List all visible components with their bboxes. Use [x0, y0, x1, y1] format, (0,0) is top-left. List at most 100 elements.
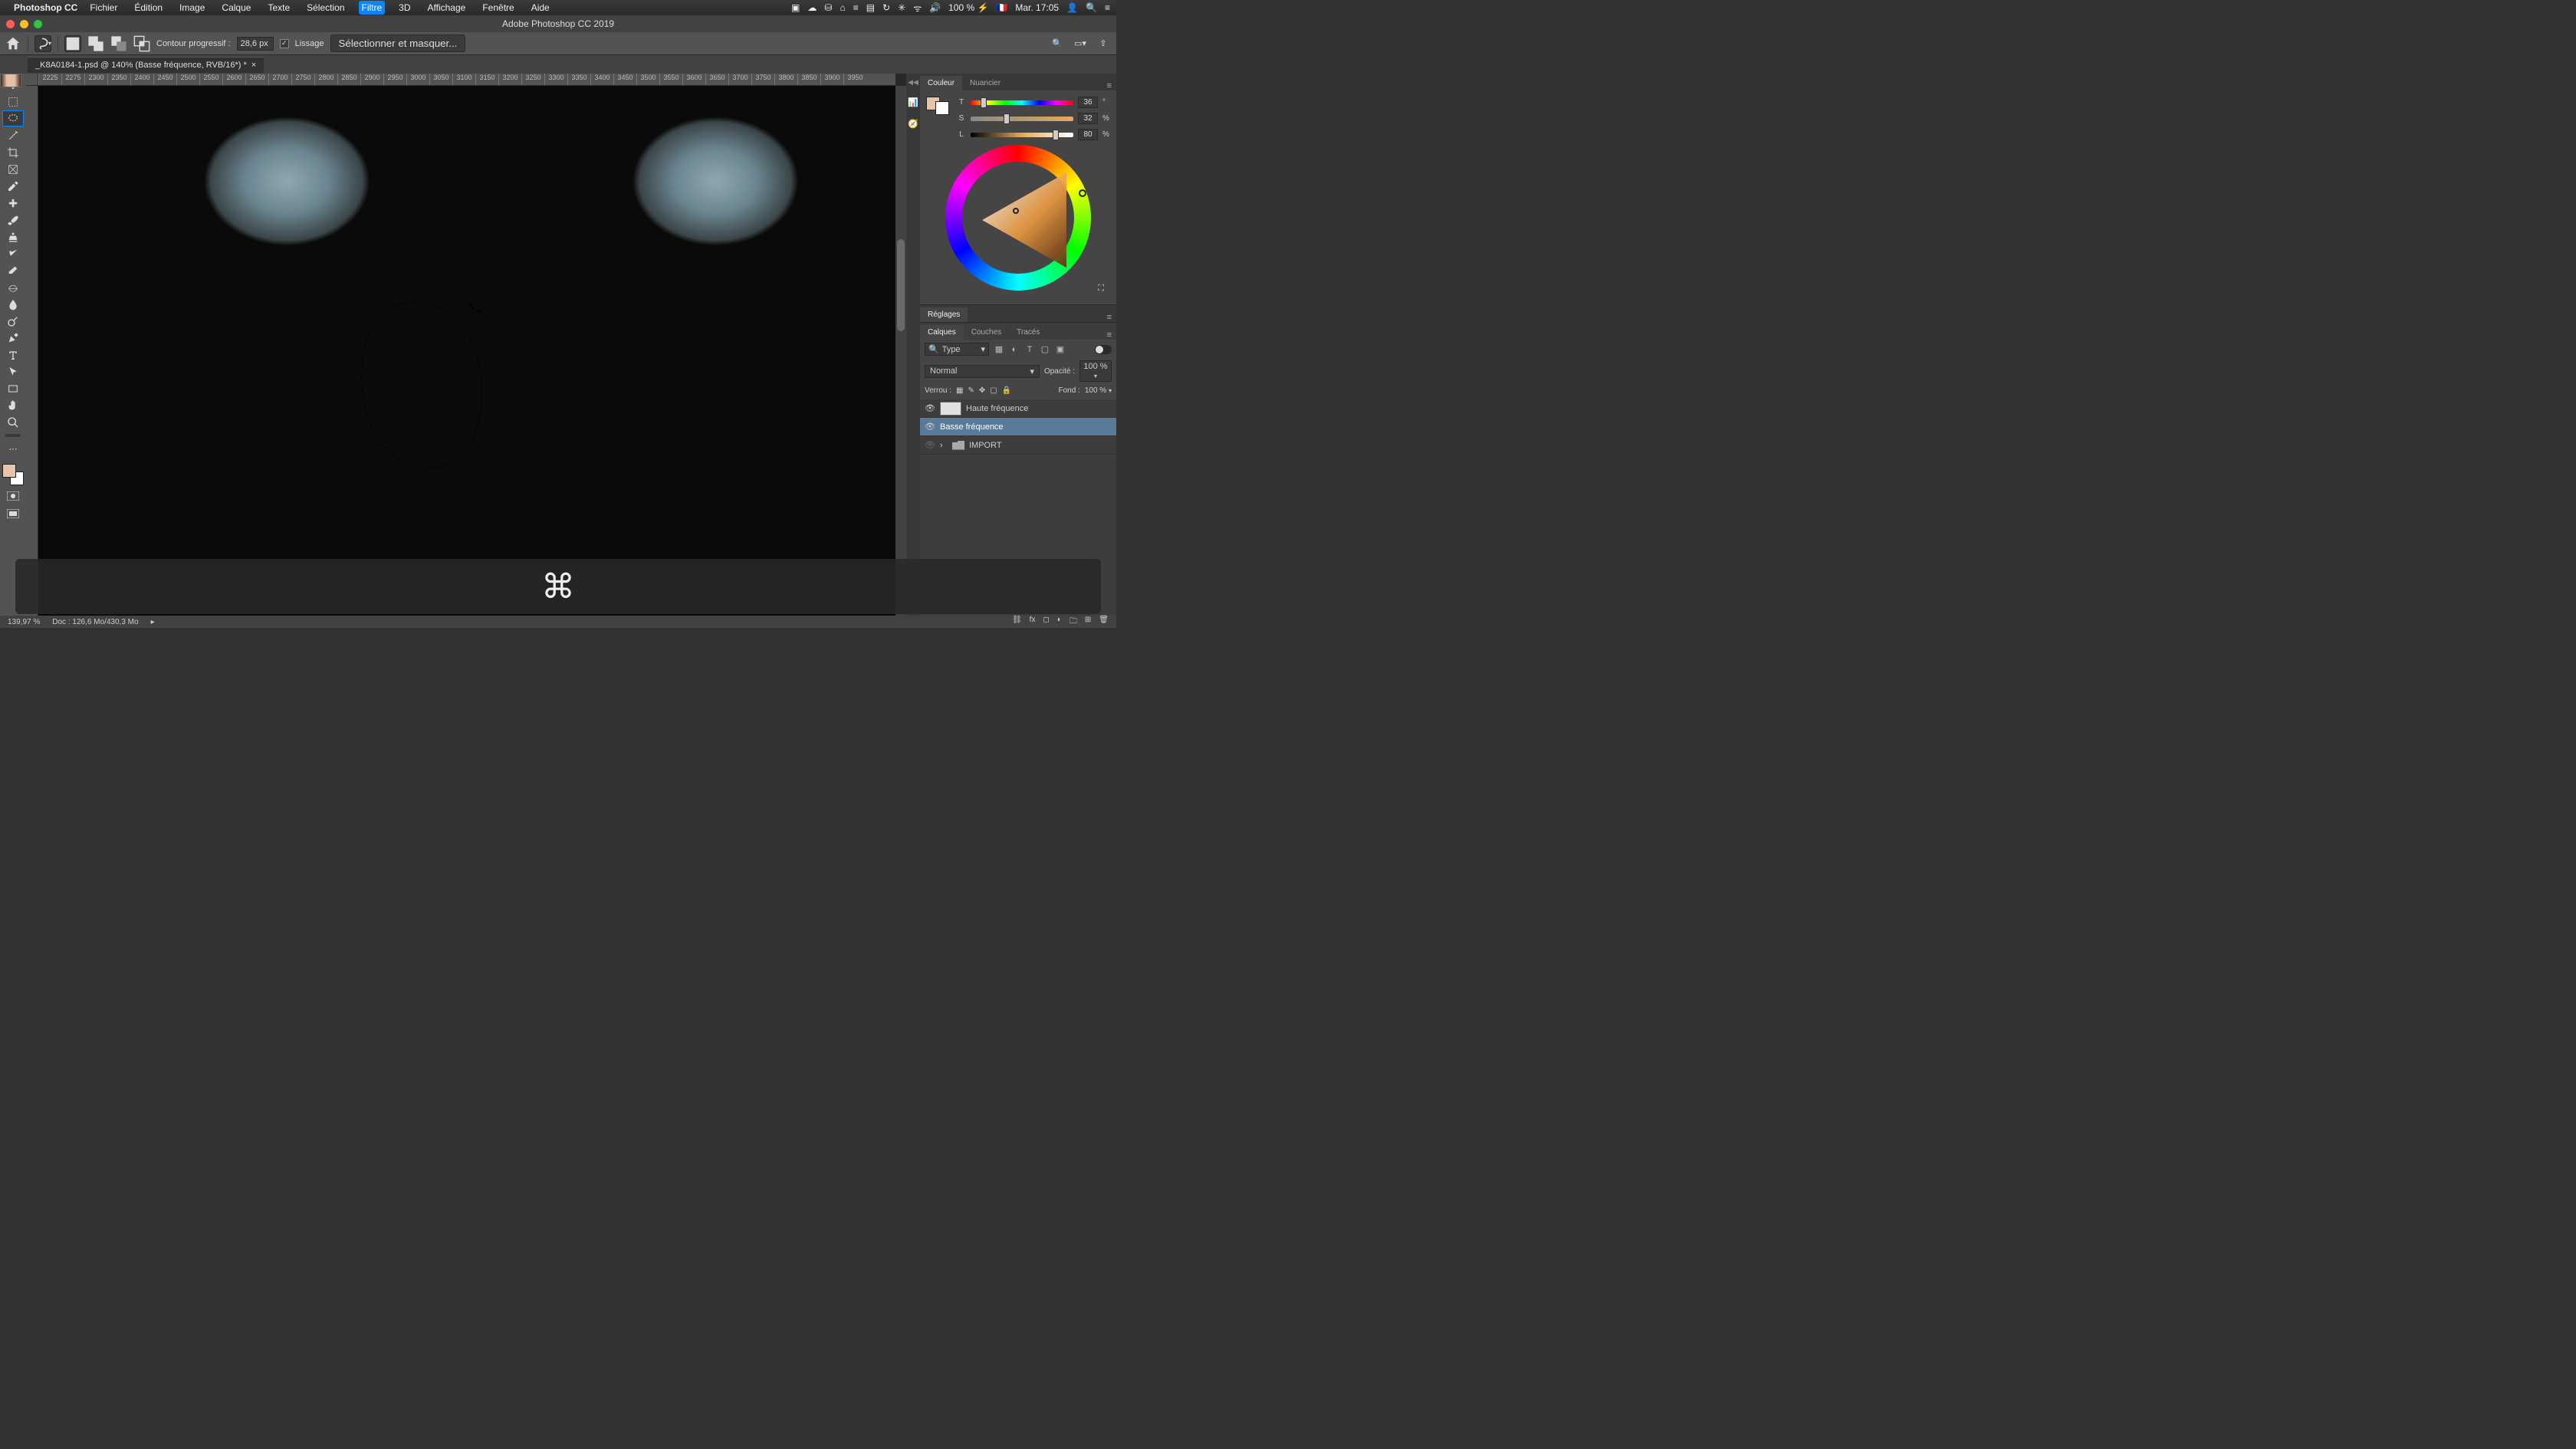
expand-dock-icon[interactable]: ◀◀ — [908, 78, 918, 87]
document-tab[interactable]: _K8A0184-1.psd @ 140% (Basse fréquence, … — [28, 57, 264, 73]
spotlight-icon[interactable]: 🔍 — [1086, 2, 1097, 13]
tab-couches[interactable]: Couches — [964, 325, 1009, 340]
tray-icon[interactable]: ▤ — [866, 2, 875, 13]
panel-menu-icon[interactable]: ≡ — [1102, 330, 1116, 340]
selection-add-icon[interactable] — [87, 35, 104, 52]
menu-extra-icon[interactable]: ≡ — [1105, 2, 1110, 13]
hue-ring-handle[interactable] — [1079, 189, 1086, 197]
layer-row[interactable]: 👁 Basse fréquence — [920, 418, 1116, 436]
crop-tool[interactable] — [2, 144, 24, 160]
filter-adjustment-icon[interactable]: ◐ — [1009, 344, 1020, 355]
frame-tool[interactable] — [2, 161, 24, 177]
history-brush-tool[interactable] — [2, 245, 24, 261]
rectangle-tool[interactable] — [2, 380, 24, 396]
tray-icon[interactable]: ▣ — [791, 2, 800, 13]
layer-style-icon[interactable]: fx — [1030, 616, 1036, 629]
menu-aide[interactable]: Aide — [528, 1, 553, 15]
tray-icon[interactable]: ⌂ — [840, 2, 845, 13]
user-icon[interactable]: 👤 — [1066, 2, 1078, 13]
app-name[interactable]: Photoshop CC — [14, 2, 77, 13]
lock-position-icon[interactable]: ✥ — [979, 386, 985, 395]
layer-name[interactable]: Haute fréquence — [966, 404, 1028, 413]
saturation-value[interactable]: 32 — [1078, 113, 1098, 124]
type-tool[interactable] — [2, 347, 24, 363]
lightness-slider[interactable] — [971, 131, 1073, 139]
close-window-button[interactable] — [6, 20, 15, 28]
gradient-tool[interactable] — [2, 279, 24, 295]
lock-artboard-icon[interactable]: ▢ — [990, 386, 997, 395]
tray-icon[interactable]: ≡ — [853, 2, 859, 13]
visibility-toggle-icon[interactable]: 👁 — [925, 422, 935, 432]
tab-couleur[interactable]: Couleur — [920, 76, 962, 90]
filter-toggle[interactable] — [1095, 345, 1112, 354]
input-flag[interactable]: 🇫🇷 — [996, 2, 1007, 13]
background-color-swatch[interactable] — [935, 101, 949, 115]
hand-tool[interactable] — [2, 397, 24, 413]
lightness-value[interactable]: 80 — [1078, 129, 1098, 140]
edit-toolbar-icon[interactable]: ⋯ — [2, 441, 24, 457]
visibility-toggle-icon[interactable]: 👁 — [925, 440, 935, 450]
triangle-handle[interactable] — [1013, 208, 1019, 214]
eyedropper-tool[interactable] — [2, 178, 24, 194]
blend-mode-select[interactable]: Normal▾ — [925, 365, 1040, 378]
menu-fenetre[interactable]: Fenêtre — [479, 1, 517, 15]
foreground-swatch[interactable] — [2, 464, 16, 478]
lock-all-icon[interactable]: 🔒 — [1002, 386, 1011, 395]
layer-thumb[interactable] — [940, 402, 961, 416]
tab-traces[interactable]: Tracés — [1009, 325, 1047, 340]
eraser-tool[interactable] — [2, 262, 24, 278]
menu-3d[interactable]: 3D — [396, 1, 413, 15]
layer-row[interactable]: 👁 › IMPORT — [920, 436, 1116, 455]
document-canvas[interactable]: ↖✥ — [38, 86, 895, 616]
filter-type-icon[interactable]: T — [1024, 344, 1035, 355]
clone-stamp-tool[interactable] — [2, 228, 24, 245]
datetime[interactable]: Mar. 17:05 — [1015, 2, 1059, 13]
saturation-slider[interactable] — [971, 115, 1073, 123]
share-icon[interactable]: ⇪ — [1095, 35, 1112, 52]
panel-menu-icon[interactable]: ≡ — [1102, 313, 1116, 322]
tab-reglages[interactable]: Réglages — [920, 307, 968, 322]
layer-thumb[interactable] — [0, 74, 21, 87]
tab-nuancier[interactable]: Nuancier — [962, 76, 1008, 90]
hue-slider[interactable] — [971, 99, 1073, 107]
healing-brush-tool[interactable] — [2, 195, 24, 211]
tray-icon[interactable]: ⛁ — [824, 2, 832, 13]
magic-wand-tool[interactable] — [2, 127, 24, 143]
tray-icon[interactable]: ✳ — [898, 2, 905, 13]
wifi-icon[interactable]: ᯤ — [913, 2, 922, 15]
opacity-input[interactable]: 100 % ▾ — [1079, 360, 1112, 382]
doc-info-chevron[interactable]: ▸ — [151, 618, 155, 626]
lock-image-icon[interactable]: ✎ — [968, 386, 974, 395]
selection-subtract-icon[interactable] — [110, 35, 127, 52]
zoom-tool[interactable] — [2, 414, 24, 430]
horizontal-ruler[interactable]: 2225227523002350240024502500255026002650… — [38, 74, 895, 86]
histogram-panel-icon[interactable]: 📊 — [908, 97, 918, 108]
layer-name[interactable]: IMPORT — [969, 441, 1002, 450]
delete-layer-icon[interactable]: 🗑 — [1099, 616, 1109, 629]
scrollbar-thumb[interactable] — [897, 239, 905, 331]
color-panel-swatches[interactable] — [926, 97, 949, 115]
menu-image[interactable]: Image — [176, 1, 208, 15]
filter-pixel-icon[interactable]: ▦ — [994, 344, 1004, 355]
filter-smart-icon[interactable]: ▣ — [1055, 344, 1066, 355]
tab-calques[interactable]: Calques — [920, 325, 964, 340]
select-and-mask-button[interactable]: Sélectionner et masquer... — [330, 34, 466, 52]
vertical-scrollbar[interactable] — [895, 86, 906, 616]
menu-selection[interactable]: Sélection — [304, 1, 347, 15]
layer-row[interactable]: 👁 Haute fréquence — [920, 399, 1116, 418]
fill-input[interactable]: 100 % ▾ — [1085, 386, 1112, 395]
expand-wheel-icon[interactable]: ⛶ — [1098, 284, 1104, 294]
layer-filter-type[interactable]: 🔍Type▾ — [925, 343, 989, 356]
workspace-switcher-icon[interactable]: ▭▾ — [1072, 35, 1089, 52]
new-layer-icon[interactable]: ⊞ — [1085, 616, 1091, 629]
color-swatches[interactable] — [2, 464, 24, 485]
menu-fichier[interactable]: Fichier — [87, 1, 120, 15]
selection-new-icon[interactable] — [64, 35, 81, 52]
battery-status[interactable]: 100 % ⚡ — [948, 2, 988, 13]
screen-mode-icon[interactable] — [2, 507, 24, 521]
search-icon[interactable]: 🔍 — [1049, 35, 1066, 52]
marquee-tool[interactable] — [2, 94, 24, 110]
brush-tool[interactable] — [2, 212, 24, 228]
menu-calque[interactable]: Calque — [219, 1, 254, 15]
menu-texte[interactable]: Texte — [264, 1, 293, 15]
